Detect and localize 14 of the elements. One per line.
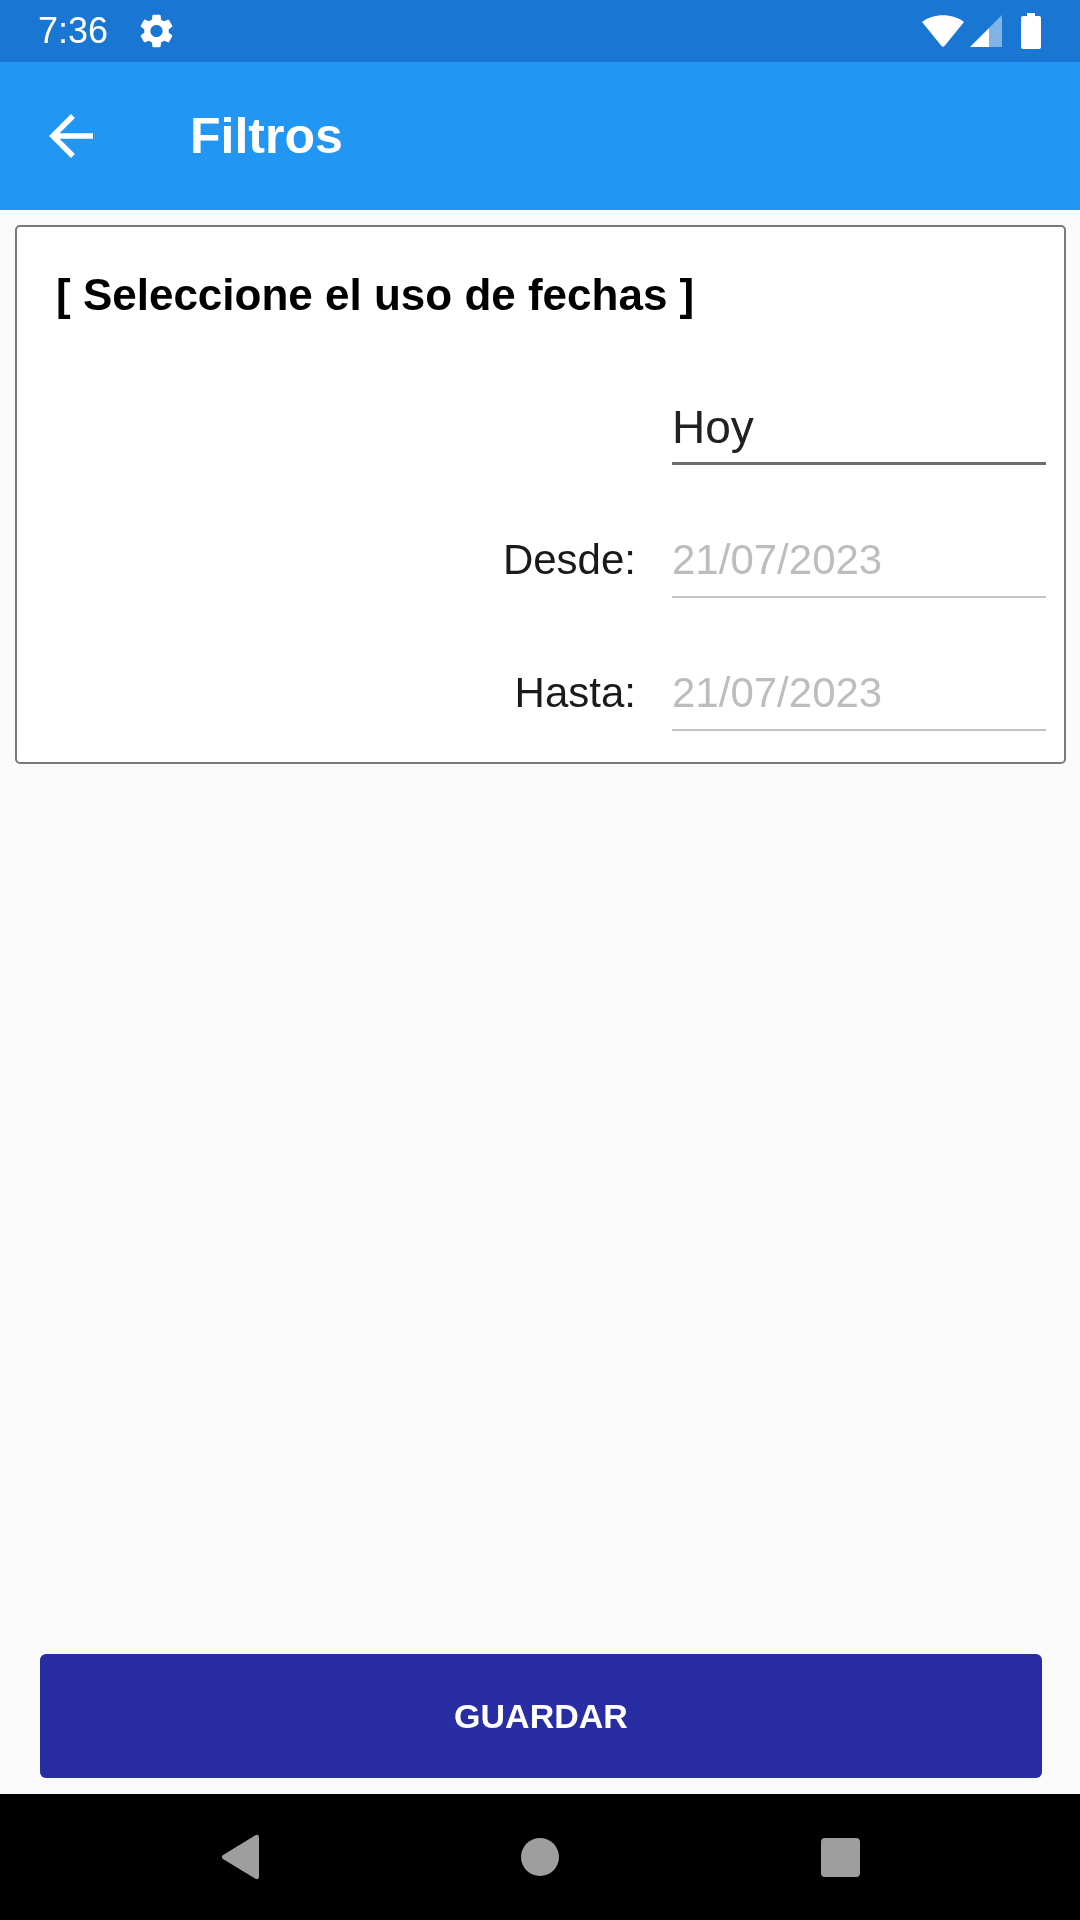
signal-icon [970, 15, 1002, 47]
field-label: Desde: [502, 535, 636, 585]
save-button[interactable]: GUARDAR [40, 1654, 1042, 1778]
screen-title: Filtros [190, 107, 343, 166]
recent-apps-icon[interactable] [820, 1837, 860, 1877]
field-label: Hasta: [514, 668, 636, 718]
section-heading: [ Seleccione el uso de fechas ] [56, 269, 696, 321]
clock-time: 7:36 [38, 11, 109, 51]
settings-icon [140, 14, 174, 48]
back-icon[interactable] [221, 1834, 259, 1880]
picker-field[interactable]: Hoy [672, 399, 1046, 465]
wifi-icon [922, 15, 964, 47]
home-icon[interactable] [521, 1838, 559, 1876]
battery-icon [1021, 13, 1041, 49]
